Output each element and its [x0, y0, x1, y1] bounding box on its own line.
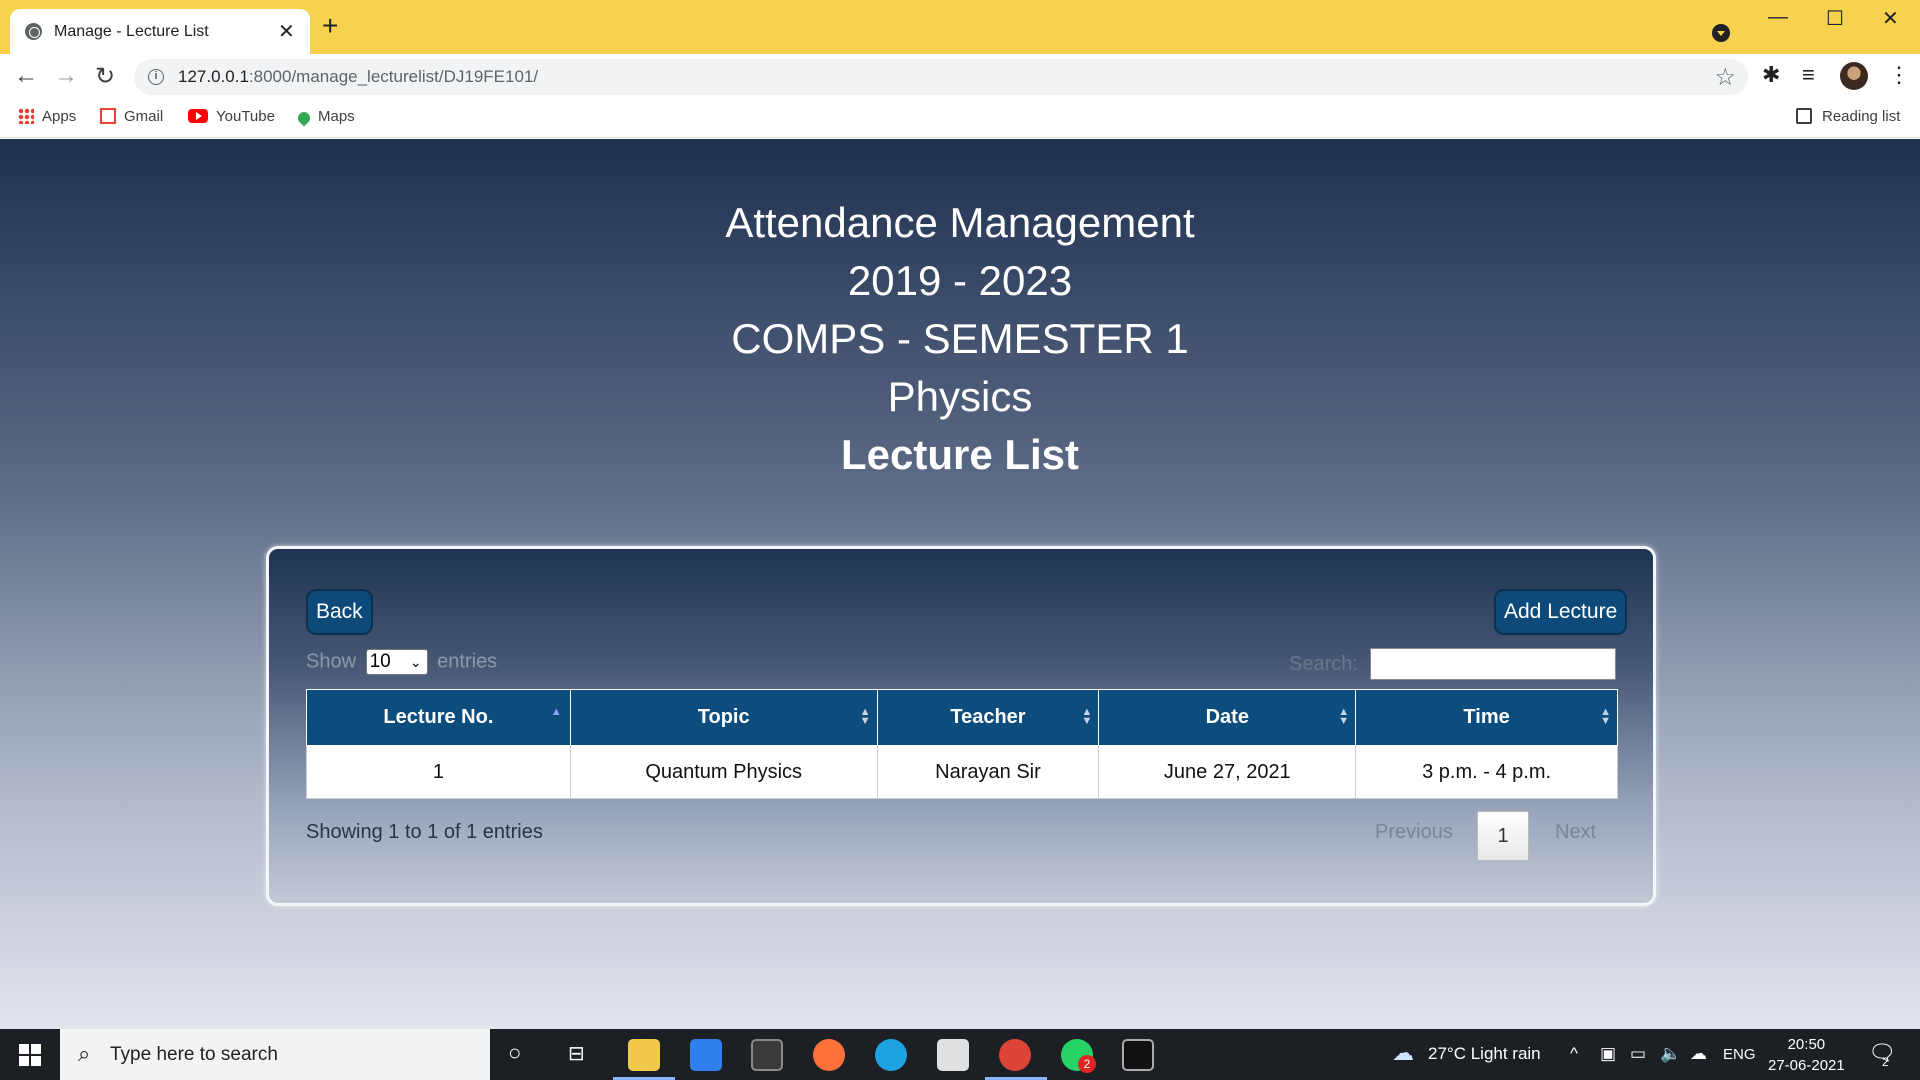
sort-ascending-icon: ▲ [550, 706, 562, 718]
back-arrow-icon[interactable]: ← [14, 62, 38, 90]
forward-arrow-icon[interactable]: → [54, 62, 78, 90]
tab-title: Manage - Lecture List [54, 23, 209, 40]
class-semester: COMPS - SEMESTER 1 [731, 315, 1189, 362]
lecture-no-cell: 1 [306, 745, 571, 799]
bookmarks-bar: Apps Gmail YouTube Maps Reading list [0, 100, 1920, 138]
extensions-icon[interactable]: ✱ [1762, 62, 1780, 88]
time-cell: 3 p.m. - 4 p.m. [1355, 745, 1618, 799]
table-info: Showing 1 to 1 of 1 entries [306, 821, 543, 843]
cortana-icon[interactable]: ○ [508, 1040, 521, 1066]
weather-text[interactable]: 27°C Light rain [1428, 1044, 1541, 1064]
reading-list-button[interactable]: Reading list [1796, 108, 1900, 125]
mail-icon[interactable] [690, 1039, 722, 1071]
clock[interactable]: 20:50 27-06-2021 [1768, 1034, 1845, 1076]
taskbar-search-box[interactable]: ⌕ Type here to search [60, 1029, 490, 1080]
weather-cloud-icon: ☁ [1392, 1040, 1414, 1065]
device-icon[interactable]: ▣ [1600, 1044, 1616, 1064]
teacher-cell: Narayan Sir [876, 745, 1100, 799]
page-title: Lecture List [840, 431, 1080, 478]
file-explorer-icon[interactable] [628, 1039, 660, 1071]
lecture-list-card: Back Add Lecture Show 10 ⌄ entries Search… [266, 546, 1656, 906]
column-header-lecture-no[interactable]: Lecture No. ▲ [306, 689, 571, 746]
sort-icon: ▲ ▼ [1081, 706, 1093, 727]
menu-kebab-icon[interactable]: ⋮ [1888, 62, 1910, 88]
page-content: Attendance Management 2019 - 2023 COMPS … [0, 139, 1920, 1029]
chevron-down-icon: ⌄ [409, 654, 422, 670]
sort-icon: ▲ ▼ [859, 706, 871, 727]
sort-icon: ▲ ▼ [1338, 706, 1350, 727]
taskbar-search-placeholder: Type here to search [110, 1044, 278, 1065]
topic-cell: Quantum Physics [569, 745, 878, 799]
apps-grid-icon [18, 108, 34, 124]
page-1-button[interactable]: 1 [1477, 811, 1529, 861]
show-label: Show [306, 650, 357, 673]
chevron-up-icon[interactable]: ^ [1570, 1044, 1578, 1064]
page-length-control: Show 10 ⌄ entries [306, 649, 497, 675]
address-bar[interactable]: i 127.0.0.1:8000/manage_lecturelist/DJ19… [134, 59, 1748, 95]
minimize-icon[interactable]: — [1768, 6, 1788, 29]
column-header-date[interactable]: Date ▲ ▼ [1098, 689, 1357, 746]
close-tab-icon[interactable]: ✕ [278, 19, 295, 44]
notion-icon[interactable] [751, 1039, 783, 1071]
column-header-teacher[interactable]: Teacher ▲ ▼ [876, 689, 1100, 746]
terminal-icon[interactable] [1122, 1039, 1154, 1071]
close-window-icon[interactable]: ✕ [1882, 6, 1899, 31]
media-controls-icon[interactable]: ≡ [1802, 62, 1815, 88]
back-button[interactable]: Back [306, 589, 373, 635]
lecture-table: Lecture No. ▲ Topic ▲ ▼ Teacher ▲ ▼ Date ▲ ▼ Ti… [306, 689, 1618, 799]
firefox-icon[interactable] [813, 1039, 845, 1071]
add-lecture-button[interactable]: Add Lecture [1494, 589, 1628, 635]
bookmark-gmail[interactable]: Gmail [100, 108, 163, 125]
search-label: Search: [1289, 653, 1358, 675]
volume-icon[interactable]: 🔈 [1660, 1044, 1681, 1064]
onedrive-icon[interactable]: ☁ [1690, 1044, 1707, 1064]
bookmark-youtube[interactable]: YouTube [188, 108, 275, 125]
new-tab-button[interactable]: + [322, 12, 338, 40]
browser-tab[interactable]: Manage - Lecture List ✕ [10, 9, 310, 54]
column-header-topic[interactable]: Topic ▲ ▼ [569, 689, 878, 746]
maximize-icon[interactable]: ☐ [1826, 6, 1844, 31]
page-length-select[interactable]: 10 ⌄ [365, 649, 428, 675]
bookmark-maps[interactable]: Maps [295, 108, 355, 127]
windows-taskbar: ⌕ Type here to search ○ ⊟ 2 ☁ 27°C Light… [0, 1029, 1920, 1080]
previous-page-button[interactable]: Previous [1375, 821, 1453, 844]
search-input[interactable] [1370, 648, 1616, 680]
app-title: Attendance Management [725, 199, 1195, 246]
site-info-icon[interactable]: i [148, 69, 164, 85]
windows-start-icon[interactable] [19, 1044, 41, 1066]
language-indicator[interactable]: ENG [1723, 1046, 1756, 1063]
store-icon[interactable] [937, 1039, 969, 1071]
bookmark-apps[interactable]: Apps [18, 108, 76, 125]
tab-search-icon[interactable] [1712, 24, 1730, 42]
reading-list-icon [1796, 108, 1812, 124]
maps-pin-icon [295, 109, 313, 127]
youtube-icon [188, 109, 208, 123]
profile-avatar[interactable] [1840, 62, 1868, 90]
subject-name: Physics [887, 373, 1033, 420]
browser-toolbar: ← → ↻ i 127.0.0.1:8000/manage_lecturelis… [0, 54, 1920, 100]
gmail-icon [100, 108, 116, 124]
table-header-row: Lecture No. ▲ Topic ▲ ▼ Teacher ▲ ▼ Date ▲ ▼ Ti… [306, 689, 1618, 746]
sort-icon: ▲ ▼ [1600, 706, 1611, 727]
entries-label: entries [437, 650, 498, 673]
edge-icon[interactable] [875, 1039, 907, 1071]
next-page-button[interactable]: Next [1555, 821, 1596, 844]
notification-count: 2 [1882, 1055, 1889, 1069]
globe-icon [25, 23, 42, 40]
battery-icon[interactable]: ▭ [1630, 1044, 1646, 1064]
browser-tab-strip: Manage - Lecture List ✕ + — ☐ ✕ [0, 0, 1920, 54]
whatsapp-badge: 2 [1078, 1055, 1096, 1073]
task-view-icon[interactable]: ⊟ [568, 1041, 585, 1066]
clock-date: 27-06-2021 [1768, 1057, 1845, 1074]
batch-years: 2019 - 2023 [847, 257, 1073, 304]
clock-time: 20:50 [1787, 1036, 1826, 1053]
search-icon: ⌕ [78, 1041, 91, 1066]
reload-icon[interactable]: ↻ [95, 62, 115, 91]
chrome-icon[interactable] [999, 1039, 1031, 1071]
bookmark-star-icon[interactable]: ☆ [1714, 63, 1736, 92]
column-header-time[interactable]: Time ▲ ▼ [1355, 689, 1618, 746]
url-text[interactable]: 127.0.0.1:8000/manage_lecturelist/DJ19FE… [178, 67, 538, 87]
table-row: 1 Quantum Physics Narayan Sir June 27, 2… [306, 745, 1618, 799]
date-cell: June 27, 2021 [1098, 745, 1357, 799]
